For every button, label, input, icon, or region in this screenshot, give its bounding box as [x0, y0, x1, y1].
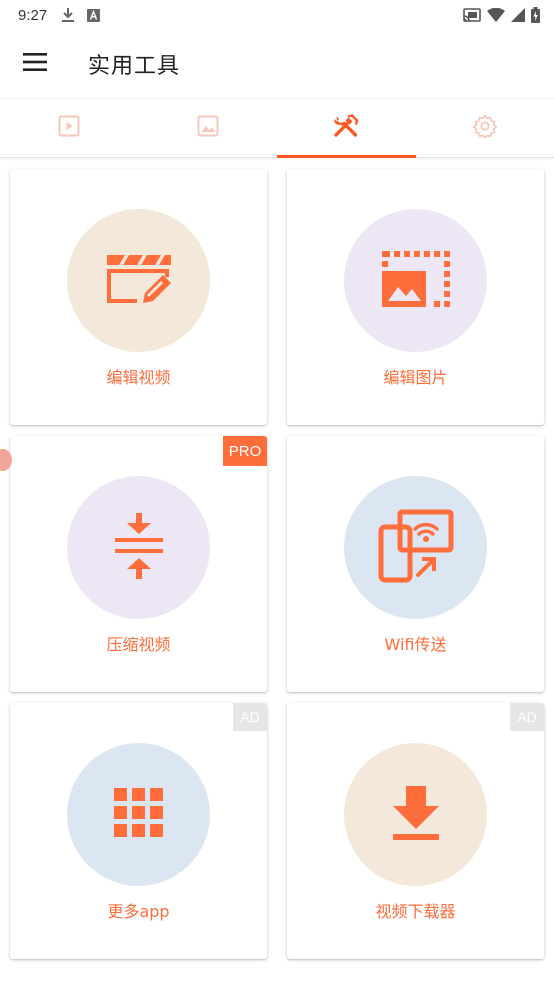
clapperboard-edit-icon [105, 251, 173, 311]
wifi-icon [487, 8, 505, 22]
image-crop-icon [381, 250, 450, 311]
tab-bar [0, 98, 554, 158]
icon-circle [344, 743, 487, 886]
icon-circle [344, 476, 487, 619]
card-more-apps[interactable]: AD 更多app [10, 703, 267, 959]
cast-icon [463, 8, 481, 22]
page-title: 实用工具 [88, 54, 181, 79]
status-bar: 9:27 [0, 0, 554, 30]
pro-badge: PRO [223, 436, 267, 466]
gear-icon [472, 114, 498, 142]
tools-grid: 编辑视频 编辑图片 PRO 压缩视频 Wifi传送 AD 更多app AD 视频… [10, 169, 544, 959]
status-time: 9:27 [18, 6, 48, 24]
tab-settings[interactable] [416, 99, 554, 157]
image-icon [197, 115, 219, 141]
hamburger-menu-icon [23, 53, 47, 75]
ad-badge: AD [510, 703, 544, 731]
icon-circle [67, 743, 210, 886]
ad-badge: AD [233, 703, 267, 731]
icon-circle [67, 209, 210, 352]
status-system-icons [463, 7, 540, 23]
card-label: 视频下载器 [375, 902, 456, 921]
card-wifi-transfer[interactable]: Wifi传送 [287, 436, 544, 692]
compress-icon [113, 512, 165, 583]
a-icon [87, 8, 101, 22]
tools-icon [333, 114, 359, 142]
tab-tools[interactable] [277, 99, 416, 158]
battery-icon [531, 7, 540, 23]
menu-button[interactable] [0, 30, 70, 98]
download-icon [61, 7, 75, 23]
icon-circle [344, 209, 487, 352]
download-icon [392, 785, 439, 844]
wifi-transfer-icon [378, 509, 454, 587]
card-label: 编辑视频 [106, 368, 171, 387]
signal-icon [511, 8, 525, 22]
card-edit-image[interactable]: 编辑图片 [287, 169, 544, 425]
card-edit-video[interactable]: 编辑视频 [10, 169, 267, 425]
play-square-icon [58, 115, 80, 141]
app-bar: 实用工具 [0, 30, 554, 98]
apps-grid-icon [113, 787, 164, 842]
card-label: 编辑图片 [383, 368, 448, 387]
tab-video[interactable] [0, 99, 139, 157]
card-label: 更多app [107, 902, 170, 921]
card-label: 压缩视频 [106, 635, 171, 654]
status-notification-icons [61, 7, 101, 23]
card-compress-video[interactable]: PRO 压缩视频 [10, 436, 267, 692]
card-video-downloader[interactable]: AD 视频下载器 [287, 703, 544, 959]
tab-image[interactable] [139, 99, 278, 157]
card-label: Wifi传送 [384, 635, 447, 654]
icon-circle [67, 476, 210, 619]
